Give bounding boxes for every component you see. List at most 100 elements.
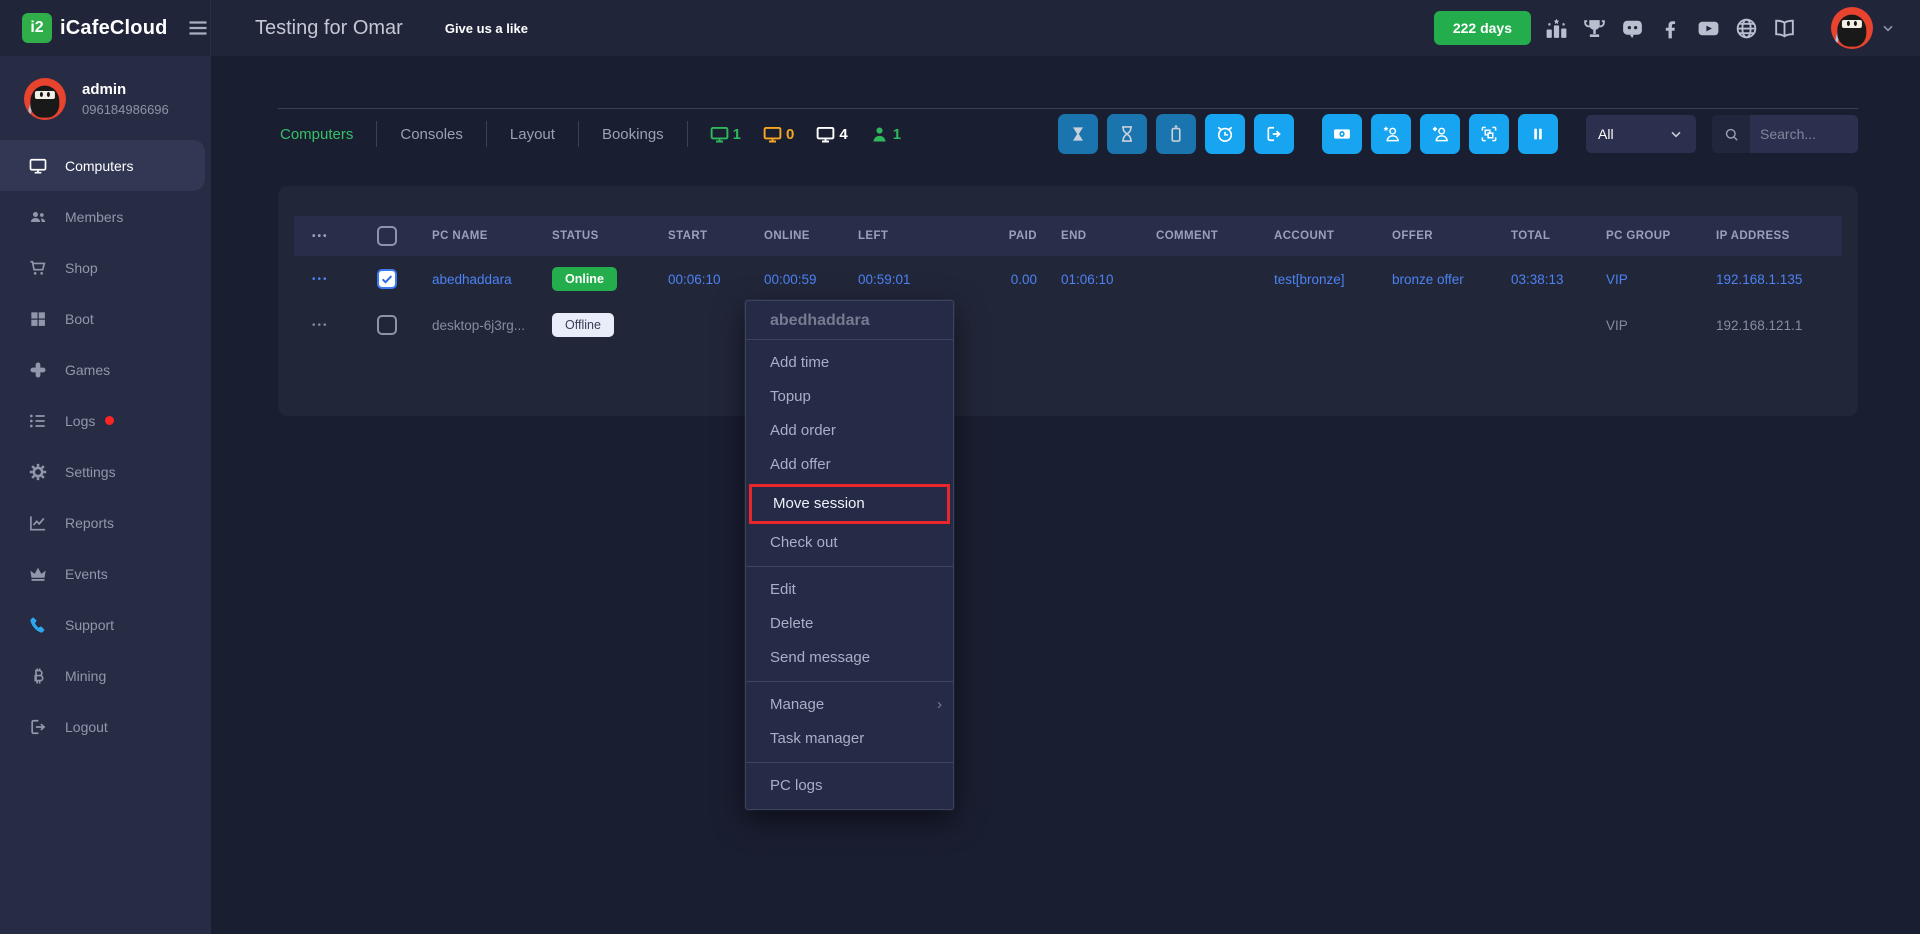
context-menu-group: Add time Topup Add order Add offer Move … bbox=[746, 339, 953, 566]
sidebar-item-label: Support bbox=[65, 617, 114, 633]
search-icon bbox=[1712, 115, 1750, 153]
counter-pcs-offline: 4 bbox=[815, 124, 847, 145]
col-start: START bbox=[646, 230, 742, 242]
sidebar-item-label: Logs bbox=[65, 413, 95, 429]
menu-item-task-manager[interactable]: Task manager bbox=[746, 722, 953, 756]
menu-item-add-time[interactable]: Add time bbox=[746, 346, 953, 380]
menu-item-send-message[interactable]: Send message bbox=[746, 641, 953, 675]
globe-icon[interactable] bbox=[1734, 16, 1759, 41]
sidebar-item-label: Logout bbox=[65, 719, 108, 735]
sidebar-item-computers[interactable]: Computers bbox=[0, 140, 205, 191]
row-menu-icon[interactable]: ••• bbox=[294, 320, 352, 331]
menu-item-move-session[interactable]: Move session bbox=[752, 487, 947, 521]
menu-item-topup[interactable]: Topup bbox=[746, 380, 953, 414]
counter-members-online: 1 bbox=[869, 124, 901, 145]
tab-computers[interactable]: Computers bbox=[278, 126, 376, 143]
tab-bookings[interactable]: Bookings bbox=[579, 126, 687, 143]
table-header: ••• PC NAME STATUS START ONLINE LEFT PAI… bbox=[294, 216, 1842, 256]
sidebar-item-boot[interactable]: Boot bbox=[0, 293, 205, 344]
battery-button[interactable] bbox=[1156, 114, 1196, 154]
screenshot-button[interactable] bbox=[1469, 114, 1509, 154]
sidebar-item-label: Mining bbox=[65, 668, 106, 684]
pause-button[interactable] bbox=[1518, 114, 1558, 154]
tabs-toolbar: Computers Consoles Layout Bookings 1 0 4… bbox=[278, 108, 1858, 159]
main-content: Computers Consoles Layout Bookings 1 0 4… bbox=[211, 56, 1920, 934]
add-user-button[interactable] bbox=[1420, 114, 1460, 154]
give-us-a-like-link[interactable]: Give us a like bbox=[445, 21, 528, 36]
cell-pc-name: desktop-6j3rg... bbox=[410, 318, 530, 333]
hourglass-start-button[interactable] bbox=[1058, 114, 1098, 154]
menu-item-delete[interactable]: Delete bbox=[746, 607, 953, 641]
row-checkbox[interactable] bbox=[377, 315, 397, 335]
gear-icon bbox=[28, 462, 48, 482]
group-filter-value: All bbox=[1598, 126, 1614, 142]
sidebar-item-settings[interactable]: Settings bbox=[0, 446, 205, 497]
banknote-icon bbox=[1332, 124, 1352, 144]
cart-icon bbox=[28, 258, 48, 278]
menu-item-check-out[interactable]: Check out bbox=[746, 526, 953, 560]
sidebar-item-label: Members bbox=[65, 209, 123, 225]
menu-item-pc-logs[interactable]: PC logs bbox=[746, 769, 953, 803]
alarm-button[interactable] bbox=[1205, 114, 1245, 154]
row-checkbox[interactable] bbox=[377, 269, 397, 289]
col-account: ACCOUNT bbox=[1252, 230, 1370, 242]
menu-item-add-offer[interactable]: Add offer bbox=[746, 448, 953, 482]
docs-book-icon[interactable] bbox=[1772, 16, 1797, 41]
hamburger-menu-icon[interactable] bbox=[186, 16, 210, 40]
hourglass-filled-icon bbox=[1068, 124, 1088, 144]
monitor-icon bbox=[815, 124, 836, 145]
sidebar-item-members[interactable]: Members bbox=[0, 191, 205, 242]
sidebar-item-logout[interactable]: Logout bbox=[0, 701, 205, 752]
chevron-down-icon bbox=[1668, 126, 1684, 142]
windows-icon bbox=[28, 309, 48, 329]
cafe-title: Testing for Omar bbox=[255, 17, 403, 40]
sidebar-item-reports[interactable]: Reports bbox=[0, 497, 205, 548]
group-filter-select[interactable]: All bbox=[1586, 115, 1696, 153]
menu-item-edit[interactable]: Edit bbox=[746, 573, 953, 607]
guest-login-button[interactable] bbox=[1371, 114, 1411, 154]
counter-pcs-in-session: 1 bbox=[709, 124, 741, 145]
sidebar-item-events[interactable]: Events bbox=[0, 548, 205, 599]
sidebar-item-games[interactable]: Games bbox=[0, 344, 205, 395]
chart-icon bbox=[28, 513, 48, 533]
tab-layout[interactable]: Layout bbox=[487, 126, 578, 143]
monitor-icon bbox=[762, 124, 783, 145]
sidebar-item-mining[interactable]: Mining bbox=[0, 650, 205, 701]
cash-button[interactable] bbox=[1322, 114, 1362, 154]
alarm-clock-icon bbox=[1215, 124, 1235, 144]
hourglass-half-button[interactable] bbox=[1107, 114, 1147, 154]
row-menu-icon[interactable]: ••• bbox=[294, 274, 352, 285]
ranking-icon[interactable] bbox=[1544, 16, 1569, 41]
counter-value: 1 bbox=[893, 126, 901, 143]
sidebar-item-support[interactable]: Support bbox=[0, 599, 205, 650]
sidebar-item-shop[interactable]: Shop bbox=[0, 242, 205, 293]
cell-ip: 192.168.121.1 bbox=[1694, 318, 1842, 333]
search-input[interactable] bbox=[1750, 115, 1858, 153]
facebook-icon[interactable] bbox=[1658, 16, 1683, 41]
trophy-icon[interactable] bbox=[1582, 16, 1607, 41]
col-pc-group: PC GROUP bbox=[1584, 230, 1694, 242]
sidebar-item-logs[interactable]: Logs bbox=[0, 395, 205, 446]
subscription-days-button[interactable]: 222 days bbox=[1434, 11, 1531, 45]
sidebar: admin 096184986696 Computers Members Sho… bbox=[0, 56, 211, 934]
menu-item-manage[interactable]: Manage › bbox=[746, 688, 953, 722]
highlight-box: Move session bbox=[749, 484, 950, 524]
menu-item-add-order[interactable]: Add order bbox=[746, 414, 953, 448]
logs-alert-dot bbox=[105, 416, 114, 425]
col-ip-address: IP ADDRESS bbox=[1694, 230, 1842, 242]
cell-pc-name: abedhaddara bbox=[410, 272, 530, 287]
topbar: i2 iCafeCloud Testing for Omar Give us a… bbox=[0, 0, 1920, 56]
checkout-button[interactable] bbox=[1254, 114, 1294, 154]
discord-icon[interactable] bbox=[1620, 16, 1645, 41]
sidebar-item-label: Games bbox=[65, 362, 110, 378]
tab-consoles[interactable]: Consoles bbox=[377, 126, 486, 143]
youtube-icon[interactable] bbox=[1696, 16, 1721, 41]
select-all-checkbox[interactable] bbox=[377, 226, 397, 246]
col-status: STATUS bbox=[530, 230, 646, 242]
cell-start: 00:06:10 bbox=[646, 272, 742, 287]
account-menu[interactable] bbox=[1831, 7, 1896, 49]
col-left: LEFT bbox=[836, 230, 993, 242]
brand: i2 iCafeCloud bbox=[0, 0, 211, 56]
bitcoin-icon bbox=[28, 666, 48, 686]
status-badge: Offline bbox=[552, 313, 614, 337]
